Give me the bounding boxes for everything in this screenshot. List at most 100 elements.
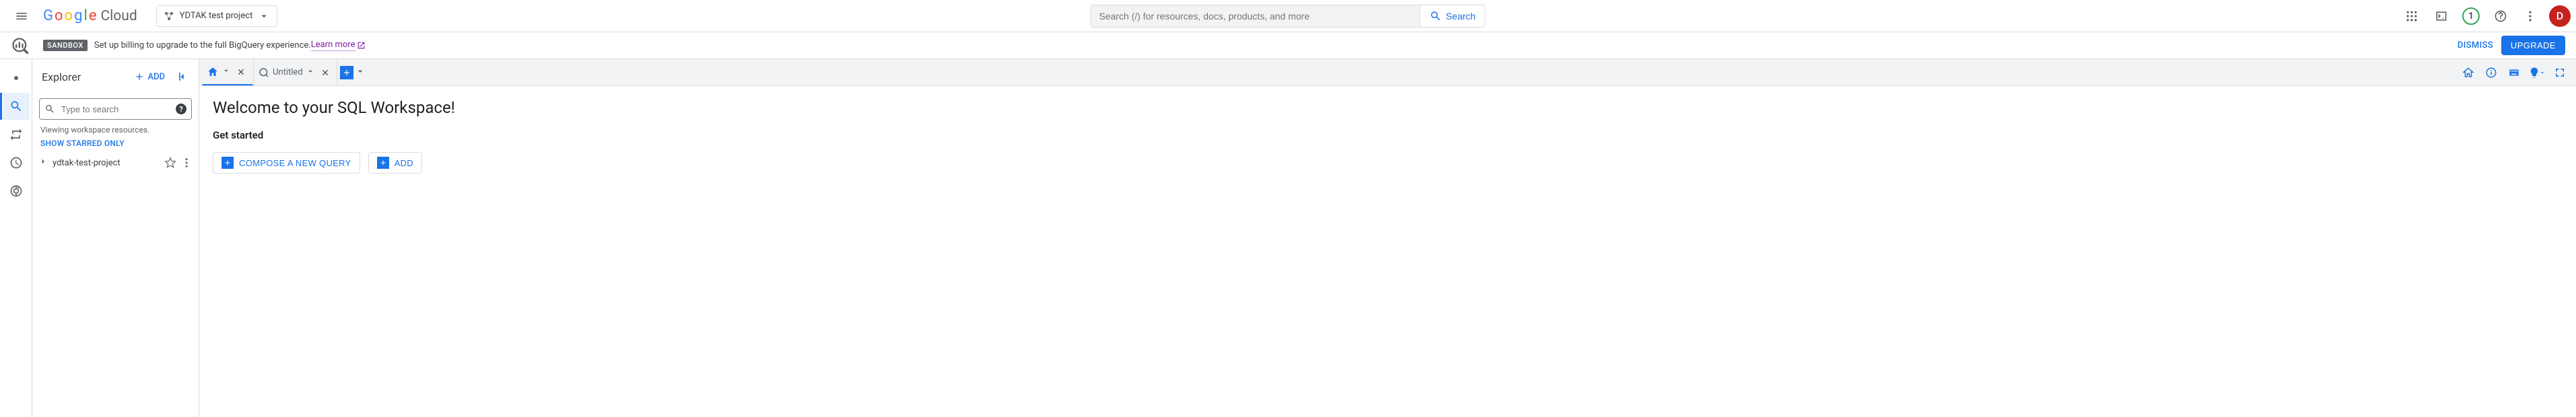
- collapse-icon: [176, 70, 189, 83]
- fullscreen-icon: [2554, 67, 2566, 79]
- explorer-search: ?: [39, 98, 192, 120]
- get-started-heading: Get started: [213, 129, 2563, 141]
- project-picker[interactable]: YDTAK test project: [156, 5, 278, 27]
- rail-menu-dot[interactable]: [3, 65, 30, 91]
- cloud-word: Cloud: [100, 8, 137, 24]
- project-label: ydtak-test-project: [53, 158, 162, 168]
- dropdown-icon: [355, 66, 366, 77]
- rail-analytics-hub[interactable]: [3, 178, 30, 204]
- compose-label: COMPOSE A NEW QUERY: [239, 158, 351, 168]
- keyboard-icon: [2508, 67, 2520, 79]
- explorer-add-label: ADD: [147, 72, 165, 82]
- trial-status-button[interactable]: 1: [2458, 3, 2484, 30]
- tab-home-dropdown[interactable]: [222, 66, 231, 78]
- dropdown-icon: [2539, 67, 2546, 79]
- sandbox-banner: SANDBOX Set up billing to upgrade to the…: [0, 32, 2576, 59]
- info-icon: [2485, 67, 2497, 79]
- collapse-explorer-button[interactable]: [172, 66, 193, 87]
- project-name: YDTAK test project: [180, 11, 253, 21]
- chevron-right-icon: [38, 156, 48, 167]
- home-icon: [2462, 67, 2474, 79]
- external-link-icon: [357, 41, 366, 50]
- explorer-header: Explorer ADD: [32, 59, 199, 94]
- plus-icon: [379, 159, 387, 167]
- magnify-icon: [9, 100, 23, 113]
- query-icon: [258, 67, 270, 79]
- show-starred-link[interactable]: SHOW STARRED ONLY: [32, 136, 199, 153]
- hamburger-icon: [15, 9, 28, 23]
- tabbar-tools: [2458, 59, 2576, 85]
- target-icon: [9, 184, 23, 198]
- bigquery-logo[interactable]: [9, 35, 31, 56]
- add-resource-button[interactable]: ADD: [368, 152, 422, 174]
- nav-menu-button[interactable]: [5, 0, 38, 32]
- home-shortcut-button[interactable]: [2458, 62, 2479, 83]
- sandbox-badge: SANDBOX: [43, 40, 88, 51]
- tab-bar: Untitled: [199, 59, 2576, 86]
- dropdown-icon: [222, 66, 231, 75]
- main-area: Explorer ADD ? Viewing workspace resourc…: [0, 59, 2576, 417]
- help-button[interactable]: [2487, 3, 2514, 30]
- google-cloud-logo[interactable]: Google Cloud: [43, 7, 137, 24]
- workspace: Untitled Welcome to your SQL Workspace! …: [199, 59, 2576, 417]
- compose-query-button[interactable]: COMPOSE A NEW QUERY: [213, 152, 360, 174]
- left-rail: [0, 59, 32, 417]
- header-utilities: 1 D: [2398, 3, 2571, 30]
- info-button[interactable]: [2480, 62, 2502, 83]
- project-icon: [164, 11, 174, 22]
- new-tab-button[interactable]: [337, 59, 368, 85]
- search-button[interactable]: Search: [1420, 5, 1485, 28]
- workspace-content: Welcome to your SQL Workspace! Get start…: [199, 86, 2576, 186]
- star-button[interactable]: [162, 157, 178, 169]
- search-button-label: Search: [1446, 11, 1475, 22]
- tab-untitled-dropdown[interactable]: [306, 67, 315, 79]
- tab-home[interactable]: [202, 59, 253, 85]
- close-icon: [236, 67, 246, 77]
- explorer-search-input[interactable]: [39, 98, 192, 120]
- explorer-title: Explorer: [42, 71, 130, 83]
- explorer-panel: Explorer ADD ? Viewing workspace resourc…: [32, 59, 199, 417]
- search-box[interactable]: [1090, 5, 1420, 28]
- tab-untitled-label: Untitled: [273, 67, 303, 77]
- search-help-icon[interactable]: ?: [176, 104, 187, 114]
- cloud-shell-button[interactable]: [2428, 3, 2455, 30]
- new-tab-dropdown[interactable]: [355, 66, 366, 79]
- expand-arrow[interactable]: [38, 156, 48, 169]
- more-button[interactable]: [2517, 3, 2544, 30]
- plus-icon: [224, 159, 232, 167]
- rail-data-transfer[interactable]: [3, 121, 30, 148]
- close-icon: [320, 68, 330, 77]
- help-icon: [2494, 9, 2507, 23]
- banner-message: Set up billing to upgrade to the full Bi…: [94, 40, 311, 50]
- apps-button[interactable]: [2398, 3, 2425, 30]
- top-header: Google Cloud YDTAK test project Search 1…: [0, 0, 2576, 32]
- plus-icon: [134, 71, 145, 82]
- tab-untitled-close[interactable]: [318, 65, 333, 80]
- explorer-subtext: Viewing workspace resources.: [32, 124, 199, 136]
- action-row: COMPOSE A NEW QUERY ADD: [213, 152, 2563, 174]
- tab-home-close[interactable]: [234, 65, 248, 79]
- new-tab-plus[interactable]: [340, 66, 353, 79]
- search-icon: [44, 104, 55, 114]
- shortcuts-button[interactable]: [2503, 62, 2525, 83]
- fullscreen-button[interactable]: [2549, 62, 2571, 83]
- project-tree-row[interactable]: ydtak-test-project: [32, 153, 199, 172]
- learn-more-link[interactable]: Learn more: [311, 40, 355, 51]
- rail-sql-workspace[interactable]: [3, 93, 30, 120]
- banner-actions: DISMISS UPGRADE: [2458, 36, 2565, 55]
- dismiss-button[interactable]: DISMISS: [2458, 40, 2493, 50]
- plus-fill-icon: [377, 157, 389, 169]
- features-button[interactable]: [2526, 62, 2548, 83]
- explorer-add-button[interactable]: ADD: [130, 69, 169, 85]
- dropdown-icon: [258, 10, 270, 22]
- dropdown-icon: [306, 67, 315, 76]
- search-icon: [1429, 10, 1442, 22]
- tab-untitled[interactable]: Untitled: [253, 59, 337, 85]
- rail-scheduled[interactable]: [3, 149, 30, 176]
- terminal-icon: [2435, 9, 2448, 23]
- row-more-button[interactable]: [178, 157, 195, 169]
- more-vert-icon: [2523, 9, 2537, 23]
- upgrade-button[interactable]: UPGRADE: [2501, 36, 2565, 55]
- account-avatar[interactable]: D: [2549, 5, 2571, 27]
- search-input[interactable]: [1099, 11, 1411, 22]
